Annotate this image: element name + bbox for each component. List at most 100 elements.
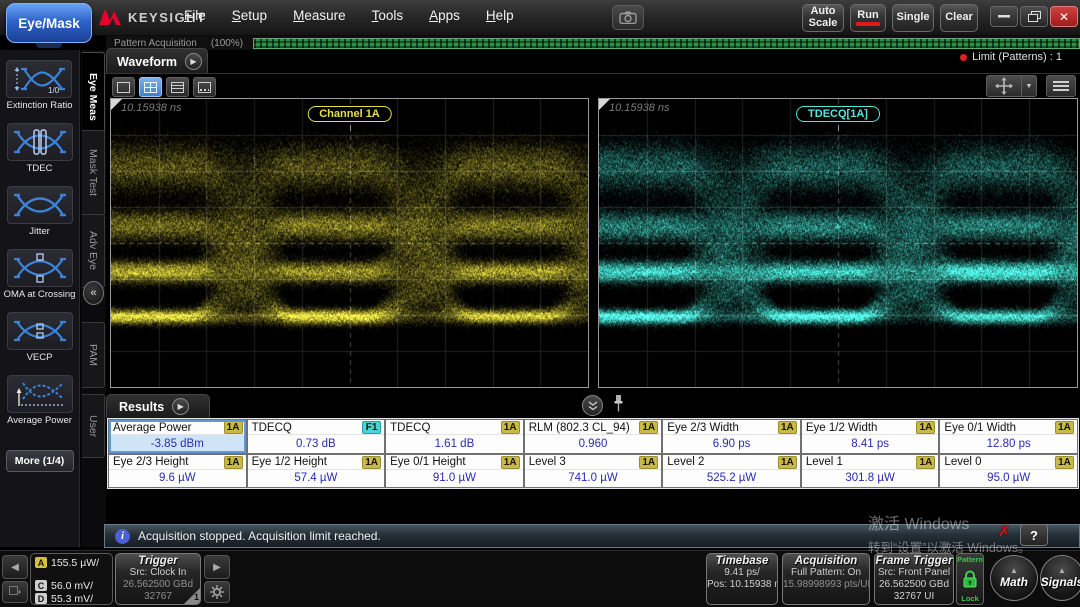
eye-diagram-panel-tdecq-1a: 10.15938 ns TDECQ[1A] (598, 98, 1078, 388)
layout-thumbnail-button[interactable] (193, 77, 216, 97)
auto-scale-button[interactable]: Auto Scale (802, 4, 844, 32)
source-badge: 1A (501, 421, 520, 434)
svg-text:1/0: 1/0 (48, 86, 60, 94)
layout-single-button[interactable] (112, 77, 135, 97)
more-measurements-button[interactable]: More (1/4) (6, 450, 74, 472)
sidebar-item-jitter[interactable]: Jitter (7, 186, 73, 238)
tab-eye-meas[interactable]: Eye Meas (82, 52, 105, 142)
sidebar-item-extinction-ratio[interactable]: 1/0 Extinction Ratio (6, 60, 72, 112)
sidebar-item-tdec[interactable]: TDEC (7, 123, 73, 175)
menu-tools[interactable]: Tools (372, 8, 404, 23)
add-signal-button[interactable] (2, 581, 28, 603)
result-cell-eye-12-width[interactable]: Eye 1/2 Width1A 8.41 ps (802, 420, 939, 453)
clear-button[interactable]: Clear (940, 4, 978, 32)
source-badge: 1A (1055, 421, 1074, 434)
signal-row-channel-d[interactable]: D 55.3 mV/ (35, 592, 108, 605)
eye-mask-mode-tab[interactable]: Eye/Mask (6, 3, 92, 43)
pushpin-icon (613, 394, 624, 412)
menu-bar: File Setup Measure Tools Apps Help (184, 8, 514, 23)
close-button[interactable]: ✕ (1050, 6, 1078, 27)
result-cell-tdecq-1a[interactable]: TDECQ1A 1.61 dB (386, 420, 523, 453)
signal-row-channel-a[interactable]: A 155.5 µW/ (35, 556, 108, 569)
menu-help[interactable]: Help (486, 8, 514, 23)
source-badge: 1A (916, 421, 935, 434)
pan-tool-button[interactable] (986, 75, 1022, 97)
sidebar-collapse-button[interactable]: « (83, 281, 104, 305)
tab-mask-test[interactable]: Mask Test (82, 130, 105, 216)
result-cell-eye-23-width[interactable]: Eye 2/3 Width1A 6.90 ps (663, 420, 800, 453)
help-button[interactable]: ? (1020, 524, 1048, 546)
restore-window-button[interactable] (1020, 6, 1048, 27)
layout-thumbnail-icon (198, 82, 211, 93)
hamburger-icon (1053, 81, 1069, 83)
result-cell-eye-01-width[interactable]: Eye 0/1 Width1A 12.80 ps (940, 420, 1077, 453)
results-pin-button[interactable] (613, 394, 624, 417)
oma-at-crossing-icon (13, 253, 67, 283)
acquisition-setup-box[interactable]: Acquisition Full Pattern: On 15.98998993… (782, 553, 870, 605)
run-button[interactable]: Run (850, 4, 886, 32)
sidebar-item-vecp[interactable]: VECP (7, 312, 73, 364)
menu-setup[interactable]: Setup (232, 8, 267, 23)
tdecq-1a-label-pill[interactable]: TDECQ[1A] (796, 106, 880, 122)
waveform-tab[interactable]: Waveform ▶ (106, 48, 208, 74)
result-cell-eye-23-height[interactable]: Eye 2/3 Height1A 9.6 µW (109, 455, 246, 488)
minimize-icon (998, 15, 1010, 18)
result-cell-level-0[interactable]: Level 01A 95.0 µW (940, 455, 1077, 488)
restore-icon (1028, 11, 1041, 22)
result-cell-eye-01-height[interactable]: Eye 0/1 Height1A 91.0 µW (386, 455, 523, 488)
tab-adv-eye[interactable]: Adv Eye (82, 214, 105, 288)
menu-apps[interactable]: Apps (429, 8, 460, 23)
source-badge: 1A (224, 421, 243, 434)
timebase-setup-box[interactable]: Timebase 9.41 ps/ Pos: 10.15938 ns (706, 553, 778, 605)
chevron-double-down-icon (588, 401, 598, 411)
eye-canvas-0 (111, 99, 588, 387)
tab-pam[interactable]: PAM (82, 322, 105, 388)
layout-rows-button[interactable] (166, 77, 189, 97)
channel-c-badge: C (35, 580, 47, 591)
result-cell-level-2[interactable]: Level 21A 525.2 µW (663, 455, 800, 488)
pattern-acquisition-percent: (100%) (211, 38, 243, 49)
result-cell-tdecq-f1[interactable]: TDECQF1 0.73 dB (248, 420, 385, 453)
menu-measure[interactable]: Measure (293, 8, 346, 23)
timebase-position-readout: 10.15938 ns (609, 102, 670, 114)
scroll-signals-left-button[interactable]: ◀ (2, 555, 28, 579)
eye-canvas-1 (599, 99, 1077, 387)
signal-scale-panel[interactable]: A 155.5 µW/ C 56.0 mV/ D 55.3 mV/ (30, 553, 113, 605)
result-cell-average-power[interactable]: Average Power1A -3.85 dBm (109, 420, 246, 453)
waveform-tab-menu-button[interactable]: ▶ (185, 53, 202, 70)
triangle-right-icon: ▶ (213, 562, 221, 573)
display-menu-button[interactable] (1046, 75, 1076, 97)
trigger-count-corner: 1 (184, 588, 200, 604)
lock-icon (962, 570, 978, 589)
vecp-icon (13, 316, 67, 346)
results-tab[interactable]: Results ▶ (106, 394, 210, 418)
scroll-signals-right-button[interactable]: ▶ (204, 555, 230, 579)
results-collapse-button[interactable] (582, 395, 603, 416)
screenshot-camera-button[interactable] (612, 5, 644, 30)
instrument-status-bar: ◀ A 155.5 µW/ C 56.0 mV/ D 55.3 mV/ Trig… (0, 550, 1080, 607)
chevron-left-double-icon: « (90, 287, 96, 299)
sidebar-item-average-power[interactable]: Average Power (7, 375, 73, 427)
result-cell-level-3[interactable]: Level 31A 741.0 µW (525, 455, 662, 488)
results-tab-menu-button[interactable]: ▶ (172, 398, 189, 415)
minimize-button[interactable] (990, 6, 1018, 27)
signals-button[interactable]: ▲ Signals (1040, 555, 1080, 601)
pattern-lock-indicator[interactable]: Pattern Lock (956, 553, 984, 605)
channel-1a-label-pill[interactable]: Channel 1A (307, 106, 392, 122)
signal-settings-button[interactable] (204, 581, 230, 603)
result-cell-eye-12-height[interactable]: Eye 1/2 Height1A 57.4 µW (248, 455, 385, 488)
trigger-setup-box[interactable]: Trigger Src: Clock In 26.562500 GBd 3276… (115, 553, 201, 605)
pan-tool-dropdown[interactable]: ▼ (1022, 75, 1037, 97)
result-cell-rlm[interactable]: RLM (802.3 CL_94)1A 0.960 (525, 420, 662, 453)
result-cell-level-1[interactable]: Level 11A 301.8 µW (802, 455, 939, 488)
tab-user[interactable]: User (82, 394, 105, 458)
run-active-indicator (856, 22, 880, 26)
math-button[interactable]: ▲ Math (990, 555, 1038, 601)
layout-grid-button[interactable] (139, 77, 162, 97)
source-badge: 1A (639, 421, 658, 434)
sidebar-item-oma-at-crossing[interactable]: OMA at Crossing (4, 249, 76, 301)
signal-row-channel-c[interactable]: C 56.0 mV/ (35, 579, 108, 592)
single-button[interactable]: Single (892, 4, 934, 32)
menu-file[interactable]: File (184, 8, 206, 23)
frame-trigger-setup-box[interactable]: Frame Trigger Src: Front Panel 26.562500… (874, 553, 954, 605)
